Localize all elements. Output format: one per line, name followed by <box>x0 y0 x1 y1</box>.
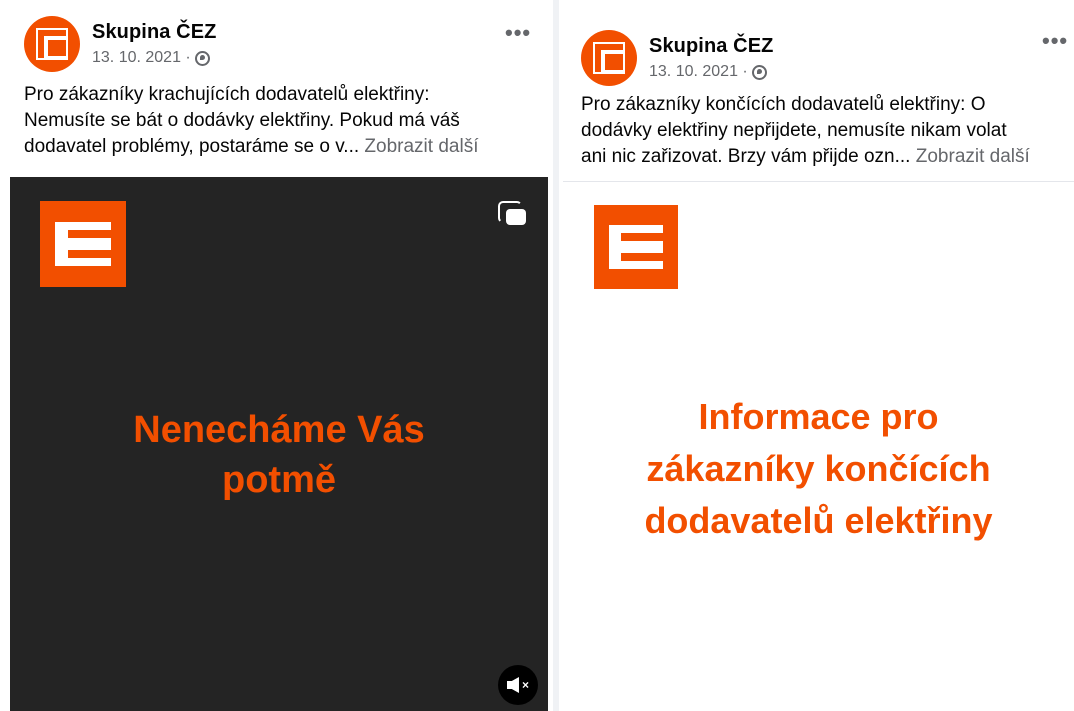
feed-divider <box>553 0 559 711</box>
headline-line: zákazníky končících <box>646 448 991 489</box>
post-text-line: Pro zákazníky krachujících dodavatelů el… <box>24 84 430 105</box>
post-image[interactable]: Informace pro zákazníky končících dodava… <box>563 183 1074 711</box>
cez-logo-icon <box>36 28 68 60</box>
post-text-line: Nemusíte se bát o dodávky elektřiny. Pok… <box>24 110 460 131</box>
post-text-line: ani nic zařizovat. Brzy vám přijde ozn..… <box>581 146 911 167</box>
post-text-line: Pro zákazníky končících dodavatelů elekt… <box>581 94 986 115</box>
headline-line: Nenecháme Vás <box>133 409 425 451</box>
post-date[interactable]: 13. 10. 2021 · <box>649 62 748 82</box>
globe-icon <box>194 50 210 66</box>
globe-icon <box>751 64 767 80</box>
post-text-line: dodávky elektřiny nepřijdete, nemusíte n… <box>581 120 1007 141</box>
see-more-link[interactable]: Zobrazit další <box>916 146 1030 167</box>
media-top-border <box>563 181 1074 182</box>
post-right: Skupina ČEZ 13. 10. 2021 · ••• Pro zákaz… <box>563 0 1074 711</box>
page-name[interactable]: Skupina ČEZ <box>92 20 216 44</box>
post-text: Pro zákazníky končících dodavatelů elekt… <box>581 92 1074 170</box>
page-avatar[interactable] <box>581 30 637 86</box>
page-avatar[interactable] <box>24 16 80 72</box>
video-headline: Nenecháme Vás potmě <box>10 405 548 505</box>
headline-line: Informace pro <box>698 396 939 437</box>
mute-icon[interactable]: × <box>498 665 538 705</box>
page-name[interactable]: Skupina ČEZ <box>649 34 773 58</box>
post-left: Skupina ČEZ 13. 10. 2021 · ••• Pro zákaz… <box>0 0 548 711</box>
post-text-line: dodavatel problémy, postaráme se o v... <box>24 136 360 157</box>
video-player[interactable]: Nenecháme Vás potmě × <box>10 177 548 711</box>
cez-logo-icon <box>40 201 126 287</box>
headline-line: dodavatelů elektřiny <box>644 500 993 541</box>
headline-line: potmě <box>222 459 336 501</box>
image-headline: Informace pro zákazníky končících dodava… <box>563 391 1074 547</box>
more-options-icon[interactable]: ••• <box>1042 30 1068 52</box>
picture-in-picture-icon[interactable] <box>498 201 526 227</box>
cez-logo-icon <box>593 42 625 74</box>
cez-logo-icon <box>594 205 678 289</box>
post-header: Skupina ČEZ 13. 10. 2021 · <box>24 16 216 72</box>
post-text: Pro zákazníky krachujících dodavatelů el… <box>24 82 544 160</box>
more-options-icon[interactable]: ••• <box>505 22 531 44</box>
post-date[interactable]: 13. 10. 2021 · <box>92 48 191 68</box>
post-header: Skupina ČEZ 13. 10. 2021 · <box>581 30 773 86</box>
see-more-link[interactable]: Zobrazit další <box>364 136 478 157</box>
